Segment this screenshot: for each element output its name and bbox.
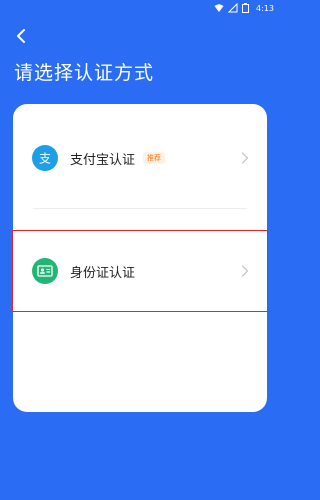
wifi-icon [214, 3, 224, 13]
id-card-auth-label: 身份证认证 [70, 265, 136, 281]
divider [33, 208, 247, 209]
alipay-icon: 支 [32, 145, 58, 171]
signal-icon [227, 2, 238, 13]
recommended-badge: 推荐 [143, 152, 166, 164]
alipay-auth-label: 支付宝认证 [70, 152, 136, 168]
status-icons: 4:13 [214, 2, 274, 13]
page-title: 请选择认证方式 [14, 62, 155, 84]
back-button[interactable] [12, 26, 32, 46]
id-card-icon [32, 258, 58, 284]
chevron-right-icon [241, 265, 249, 277]
status-time: 4:13 [256, 3, 274, 13]
id-card-auth-option[interactable]: 身份证认证 [12, 230, 268, 312]
status-bar: 4:13 [0, 0, 280, 18]
auth-method-card: 支 支付宝认证 推荐 身份证认证 [12, 104, 268, 412]
back-arrow-icon [17, 29, 25, 43]
chevron-right-icon [241, 152, 249, 164]
battery-icon [242, 3, 252, 13]
alipay-auth-option[interactable]: 支 支付宝认证 推荐 [13, 118, 267, 198]
svg-text:支: 支 [39, 152, 51, 166]
